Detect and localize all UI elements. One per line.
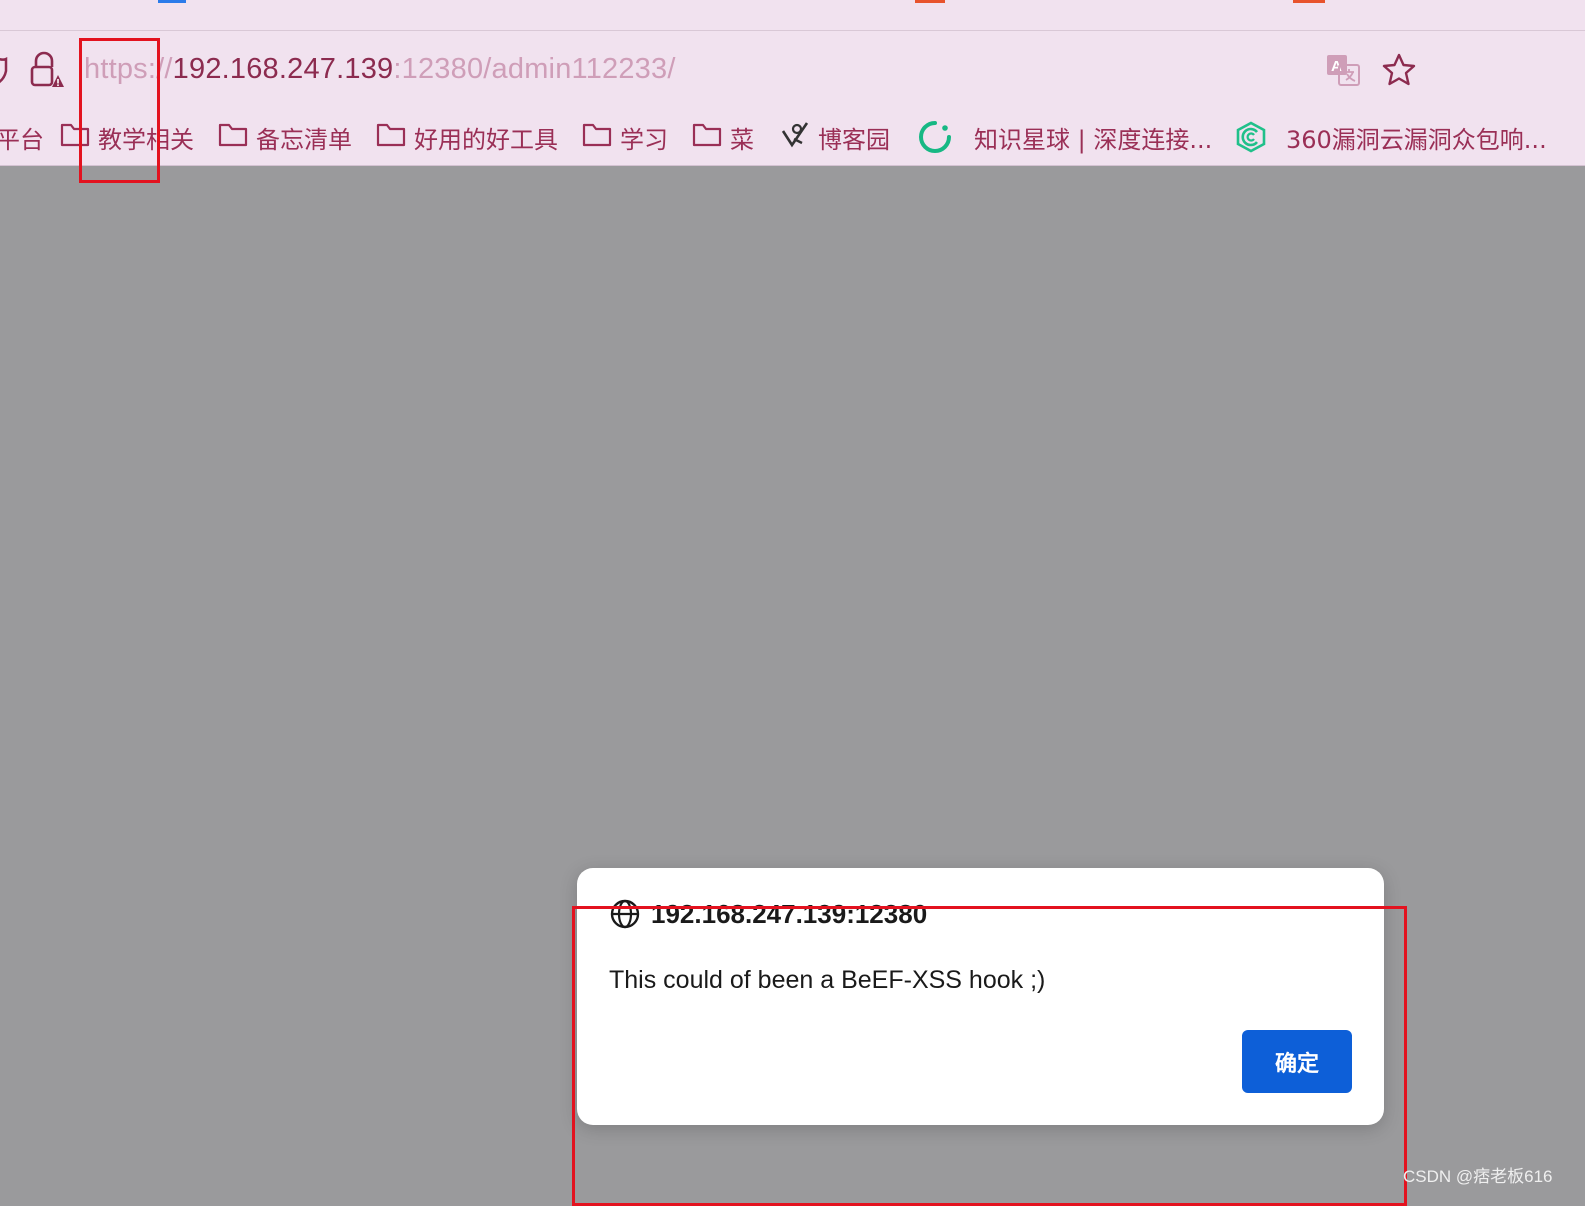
url-field[interactable]: https://192.168.247.139:12380/admin11223… (84, 49, 676, 89)
folder-icon (376, 121, 414, 153)
360-icon (1236, 121, 1274, 153)
bookmark-label: 菜 (730, 125, 754, 154)
bookmark-folder[interactable]: 学习 (582, 118, 668, 156)
bookmark-site[interactable]: 360漏洞云漏洞众包响... (1236, 118, 1547, 156)
bookmark-label: 平台 (0, 125, 44, 154)
bookmark-folder[interactable]: 备忘清单 (218, 118, 352, 156)
shield-icon[interactable] (0, 53, 10, 93)
url-host: 192.168.247.139 (172, 53, 394, 85)
bookmark-label: 教学相关 (98, 125, 194, 154)
lock-warning-icon[interactable] (28, 51, 64, 93)
dialog-message: This could of been a BeEF-XSS hook ;) (609, 966, 1046, 994)
bookmark-label: 360漏洞云漏洞众包响... (1286, 125, 1547, 154)
url-path: :12380/admin112233/ (393, 53, 676, 85)
bookmark-site[interactable]: 博客园 (780, 118, 890, 156)
folder-icon (218, 121, 256, 153)
bookmark-folder[interactable]: 好用的好工具 (376, 118, 558, 156)
bookmark-item[interactable]: 平台 (0, 118, 44, 156)
folder-icon (692, 121, 730, 153)
tab-marker (158, 0, 186, 3)
watermark: CSDN @痞老板616 (1403, 1167, 1553, 1186)
translate-icon[interactable]: A (1325, 53, 1361, 91)
folder-icon (582, 121, 620, 153)
bookmark-site[interactable]: 知识星球 | 深度连接... (918, 118, 1212, 156)
bookmark-label: 备忘清单 (256, 125, 352, 154)
bookmark-folder[interactable]: 教学相关 (60, 118, 194, 156)
alert-dialog: 192.168.247.139:12380 This could of been… (577, 868, 1384, 1125)
bookmark-label: 好用的好工具 (414, 125, 558, 154)
tab-strip (0, 0, 1585, 31)
zsxq-icon (918, 120, 960, 154)
ok-button[interactable]: 确定 (1242, 1030, 1352, 1093)
bookmark-label: 学习 (620, 125, 668, 154)
folder-icon (60, 121, 98, 153)
url-scheme: https:// (84, 53, 173, 85)
svg-text:A: A (1331, 58, 1342, 75)
bookmark-folder[interactable]: 菜 (692, 118, 754, 156)
dialog-origin: 192.168.247.139:12380 (609, 898, 927, 930)
address-bar: https://192.168.247.139:12380/admin11223… (0, 31, 1585, 109)
bookmark-label: 知识星球 | 深度连接... (974, 125, 1213, 154)
cnblogs-icon (780, 119, 818, 155)
tab-marker (915, 0, 945, 3)
dialog-origin-text: 192.168.247.139:12380 (651, 898, 928, 929)
bookmark-label: 博客园 (818, 125, 890, 154)
globe-icon (609, 898, 641, 930)
bookmark-star-icon[interactable] (1381, 53, 1417, 91)
tab-marker (1293, 0, 1325, 3)
